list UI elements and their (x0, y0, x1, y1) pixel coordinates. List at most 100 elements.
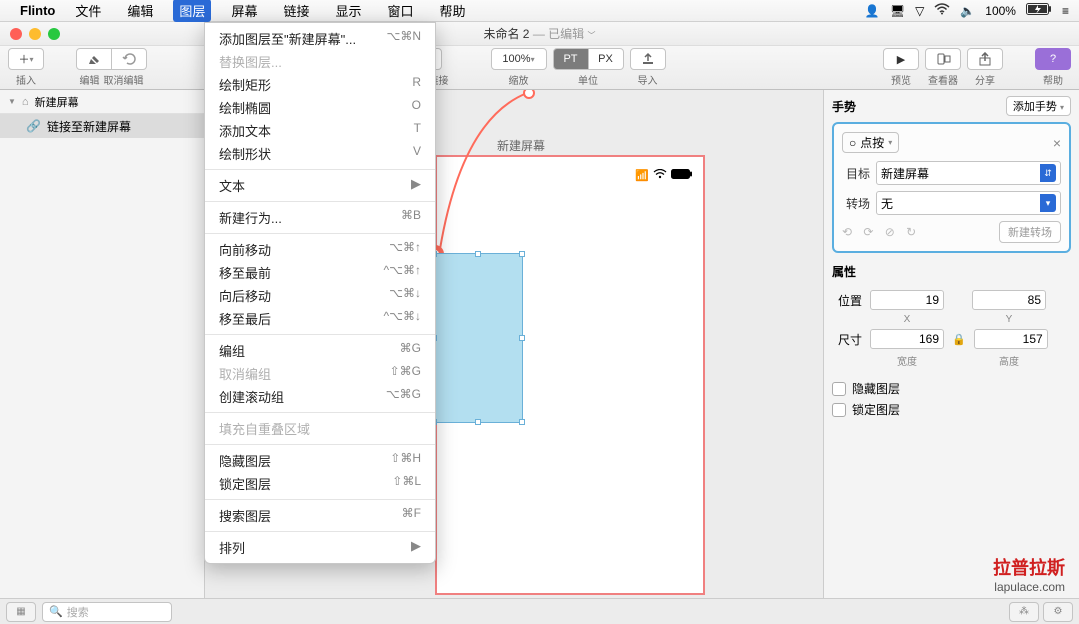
menu-item[interactable]: 添加文本T (205, 119, 435, 142)
hide-layer-checkbox[interactable] (832, 382, 846, 396)
zoom-dropdown[interactable]: 100% ▾ (491, 48, 547, 70)
menu-screen[interactable]: 屏幕 (225, 0, 263, 22)
menu-item[interactable]: 向后移动⌥⌘↓ (205, 284, 435, 307)
menu-file[interactable]: 文件 (69, 0, 107, 22)
menu-toggle-icon[interactable]: ≡ (1062, 4, 1069, 18)
lock-aspect-button[interactable]: 🔒 (952, 333, 966, 346)
insert-button[interactable]: ＋ ▾ (8, 48, 44, 70)
menu-item[interactable]: 向前移动⌥⌘↑ (205, 238, 435, 261)
display-icon[interactable]: 🖥 (890, 4, 905, 18)
magic-wand-button[interactable]: ⁂ (1009, 602, 1039, 622)
footer-grid-button[interactable]: ▦ (6, 602, 36, 622)
menu-item[interactable]: 文本▶ (205, 174, 435, 197)
unit-pt-button[interactable]: PT (553, 48, 589, 70)
shield-icon[interactable]: ▽ (915, 4, 924, 18)
menu-window[interactable]: 窗口 (381, 0, 419, 22)
settings-button[interactable]: ⚙ (1043, 602, 1073, 622)
menu-item[interactable]: 移至最前^⌥⌘↑ (205, 261, 435, 284)
user-icon[interactable]: 👤 (865, 4, 880, 18)
menu-edit[interactable]: 编辑 (121, 0, 159, 22)
window-titlebar: 未命名 2 — 已编辑 ﹀ (0, 22, 1079, 46)
preview-button[interactable]: ▶ (883, 48, 919, 70)
unit-px-button[interactable]: PX (588, 48, 624, 70)
menu-view[interactable]: 显示 (329, 0, 367, 22)
gesture-icons[interactable]: ⟲ ⟳ ⊘ ↻ (842, 225, 920, 239)
gesture-remove-button[interactable]: × (1053, 135, 1061, 151)
sidebar-link-label: 链接至新建屏幕 (47, 118, 131, 135)
gesture-card: ○ 点按 ▾ × 目标 新建屏幕⇵ 转场 无▾ ⟲ ⟳ ⊘ ↻ 新建转场 (832, 122, 1071, 253)
help-button[interactable]: ? (1035, 48, 1071, 70)
menu-item[interactable]: 隐藏图层⇧⌘H (205, 449, 435, 472)
menu-layer[interactable]: 图层 (173, 0, 211, 22)
system-menubar: Flinto 文件 编辑 图层 屏幕 链接 显示 窗口 帮助 👤 🖥 ▽ 🔈 1… (0, 0, 1079, 22)
menu-item[interactable]: 绘制形状V (205, 142, 435, 165)
lock-layer-checkbox[interactable] (832, 403, 846, 417)
height-sublabel: 高度 (972, 353, 1046, 368)
menu-link[interactable]: 链接 (277, 0, 315, 22)
export-button[interactable] (630, 48, 666, 70)
zoom-value: 100% (502, 53, 530, 65)
watermark: 拉普拉斯 lapulace.com (993, 554, 1065, 594)
transition-label: 转场 (842, 195, 870, 212)
search-field[interactable]: 🔍 搜索 (42, 602, 172, 622)
menu-item[interactable]: 创建滚动组⌥⌘G (205, 385, 435, 408)
artboard[interactable]: 新建屏幕 📶 (435, 155, 705, 595)
menu-item: 取消编组⇧⌘G (205, 362, 435, 385)
link-icon: 🔗 (26, 119, 41, 133)
menu-item[interactable]: 新建行为...⌘B (205, 206, 435, 229)
menu-item[interactable]: 绘制矩形R (205, 73, 435, 96)
selected-rect[interactable] (433, 253, 523, 423)
undo-label: 取消编辑 (104, 72, 144, 87)
menu-item[interactable]: 排列▶ (205, 536, 435, 559)
edit-button[interactable] (76, 48, 112, 70)
menu-item[interactable]: 搜索图层⌘F (205, 504, 435, 527)
footer: ▦ 🔍 搜索 ⁂ ⚙ (0, 598, 1079, 624)
home-icon: ⌂ (22, 96, 29, 108)
toolbar: ＋ ▾ 插入 编辑 取消编辑 创制链接 隐藏链接 100% ▾ 缩放 PT PX (0, 46, 1079, 90)
layer-menu-dropdown: 添加图层至"新建屏幕"...⌥⌘N替换图层...绘制矩形R绘制椭圆O添加文本T绘… (204, 22, 436, 564)
target-select[interactable]: 新建屏幕⇵ (876, 161, 1061, 185)
menu-item[interactable]: 编组⌘G (205, 339, 435, 362)
menu-item[interactable]: 锁定图层⇧⌘L (205, 472, 435, 495)
pos-y-input[interactable] (972, 290, 1046, 310)
width-input[interactable] (870, 329, 944, 349)
battery-icon (671, 169, 693, 182)
viewer-label: 查看器 (928, 72, 958, 87)
sidebar-screen-label: 新建屏幕 (35, 94, 79, 110)
sidebar-link-row[interactable]: 🔗 链接至新建屏幕 (0, 114, 204, 138)
new-transition-button[interactable]: 新建转场 (999, 221, 1061, 243)
attrs-header: 属性 (832, 265, 856, 279)
watermark-cn: 拉普拉斯 (993, 554, 1065, 580)
wifi-icon (653, 169, 667, 182)
add-gesture-button[interactable]: 添加手势 ▾ (1006, 96, 1071, 116)
app-name[interactable]: Flinto (20, 3, 55, 18)
size-label: 尺寸 (832, 331, 862, 348)
undo-edit-button[interactable] (111, 48, 147, 70)
watermark-en: lapulace.com (993, 580, 1065, 594)
doc-edited: — 已编辑 (533, 27, 584, 41)
window-title: 未命名 2 — 已编辑 ﹀ (483, 25, 595, 42)
minimize-button[interactable] (29, 28, 41, 40)
sidebar-screen-row[interactable]: ▼ ⌂ 新建屏幕 (0, 90, 204, 114)
pos-x-input[interactable] (870, 290, 944, 310)
transition-select[interactable]: 无▾ (876, 191, 1061, 215)
inspector: 手势 添加手势 ▾ ○ 点按 ▾ × 目标 新建屏幕⇵ 转场 无▾ ⟲ ⟳ ⊘ … (823, 90, 1079, 598)
menu-item[interactable]: 绘制椭圆O (205, 96, 435, 119)
gesture-type-select[interactable]: ○ 点按 ▾ (842, 132, 899, 153)
viewer-button[interactable] (925, 48, 961, 70)
menu-help[interactable]: 帮助 (434, 0, 472, 22)
volume-icon[interactable]: 🔈 (960, 4, 975, 18)
wifi-icon[interactable] (934, 3, 950, 18)
height-input[interactable] (974, 329, 1048, 349)
help-label: 帮助 (1043, 72, 1063, 87)
share-button[interactable] (967, 48, 1003, 70)
zoom-button[interactable] (48, 28, 60, 40)
unit-label: 单位 (578, 72, 598, 87)
position-label: 位置 (832, 292, 862, 309)
lock-layer-label: 锁定图层 (852, 401, 900, 418)
battery-icon[interactable] (1026, 3, 1052, 18)
close-button[interactable] (10, 28, 22, 40)
menu-item[interactable]: 移至最后^⌥⌘↓ (205, 307, 435, 330)
menu-item[interactable]: 添加图层至"新建屏幕"...⌥⌘N (205, 27, 435, 50)
battery-text: 100% (985, 4, 1016, 18)
